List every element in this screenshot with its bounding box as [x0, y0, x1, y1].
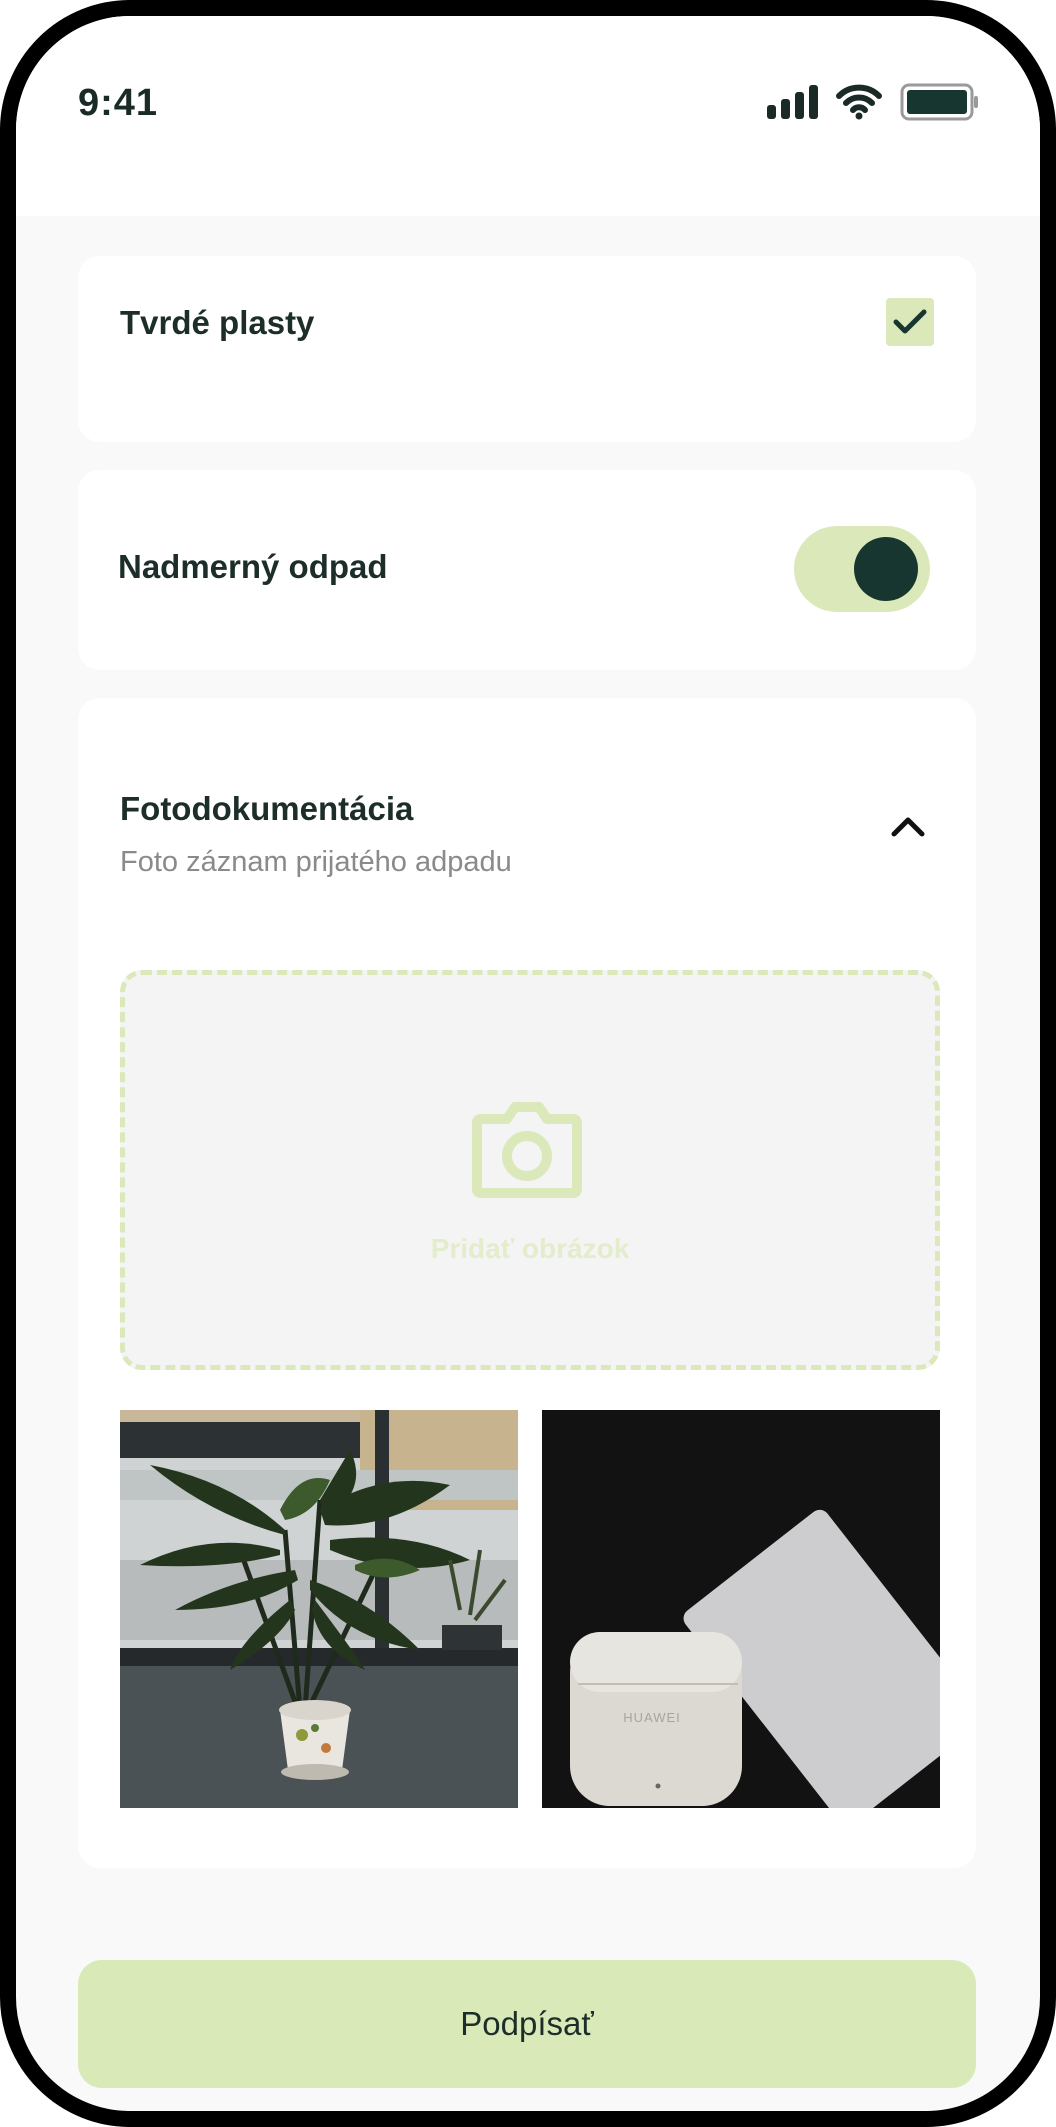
hard-plastics-label: Tvrdé plasty [120, 304, 315, 341]
hard-plastics-checkbox[interactable] [886, 298, 934, 346]
photo-documentation-card: Fotodokumentácia Foto záznam prijatého a… [78, 698, 976, 1868]
wifi-icon [836, 84, 882, 120]
phone-frame: 9:41 Tvrdé plasty Nadmerný odpad Fotodok… [0, 0, 1056, 2127]
sign-button[interactable]: Podpísať [78, 1960, 976, 2088]
photo-thumbnail-plant[interactable] [120, 1410, 518, 1808]
toggle-knob [854, 537, 918, 601]
chevron-up-icon[interactable] [888, 810, 928, 840]
camera-icon [472, 1102, 582, 1198]
excess-waste-toggle[interactable] [794, 526, 930, 612]
photo-section-subtitle: Foto záznam prijatého adpadu [120, 846, 512, 878]
add-image-label: Pridať obrázok [430, 1233, 630, 1264]
status-bar: 9:41 [16, 16, 1040, 216]
excess-waste-label: Nadmerný odpad [118, 548, 388, 585]
photo-thumbnail-earbuds[interactable]: HUAWEI [542, 1410, 940, 1808]
status-icons [767, 82, 980, 122]
hard-plastics-card: Tvrdé plasty [78, 256, 976, 442]
excess-waste-card: Nadmerný odpad [78, 470, 976, 670]
status-time: 9:41 [78, 82, 159, 124]
photo-section-title: Fotodokumentácia [120, 790, 414, 827]
battery-icon [900, 82, 980, 122]
check-icon [893, 309, 927, 334]
signal-icon [767, 85, 818, 119]
earbuds-case-wordmark: HUAWEI [623, 1710, 681, 1725]
add-image-dropzone[interactable]: Pridať obrázok [120, 970, 940, 1370]
